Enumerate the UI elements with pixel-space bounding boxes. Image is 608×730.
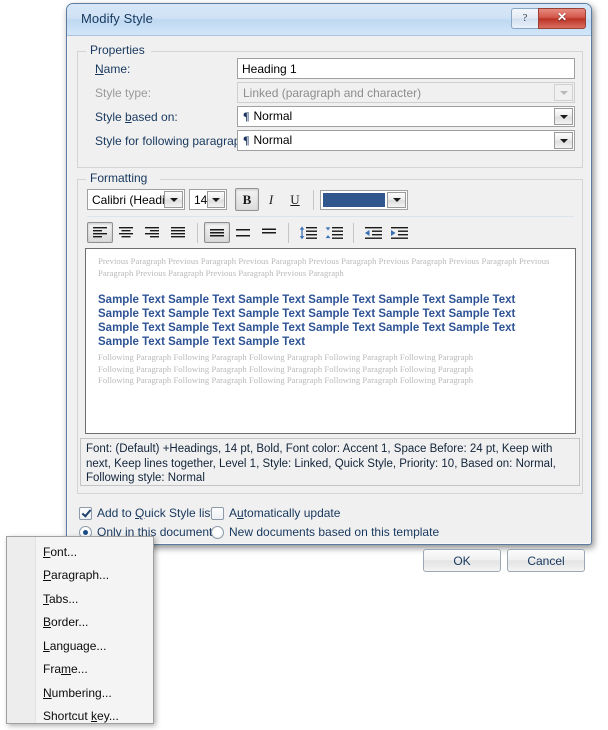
line-spacing-double-icon[interactable] [256,222,282,243]
decrease-indent-icon[interactable] [360,222,386,243]
align-center-icon[interactable] [113,222,139,243]
chevron-down-icon[interactable] [207,191,225,208]
toolbar-divider-1 [87,216,574,217]
name-label: Name: [95,62,131,76]
style-based-on-label: Style based on: [95,110,178,124]
cancel-button[interactable]: Cancel [507,549,585,572]
automatically-update-label: Automatically update [229,506,341,520]
menu-item-label: Font... [43,544,78,559]
preview-following-line: Following Paragraph Following Paragraph … [98,375,474,385]
decrease-space-before-icon[interactable] [295,222,321,243]
style-description: Font: (Default) +Headings, 14 pt, Bold, … [80,438,580,486]
menu-item-numbering[interactable]: Numbering... [7,681,153,705]
menu-item-label: Paragraph... [43,568,110,583]
format-menu: Font... Paragraph... Tabs... Border... L… [6,536,154,724]
line-spacing-single-icon[interactable] [204,222,230,243]
modify-style-dialog: Modify Style ? ✕ Properties Name: Headin… [66,3,592,572]
increase-indent-icon[interactable] [386,222,412,243]
style-following-label: Style for following paragraph: [95,134,251,148]
automatically-update-option[interactable]: Automatically update [211,506,340,520]
menu-item-label: Border... [43,615,89,630]
help-icon[interactable]: ? [511,8,538,29]
menu-item-label: Frame... [43,662,88,677]
toolbar-separator [353,222,354,243]
menu-item-frame[interactable]: Frame... [7,658,153,682]
new-documents-template-option[interactable]: New documents based on this template [211,525,439,539]
chevron-down-icon [554,84,573,101]
toolbar-separator [288,222,289,243]
dialog-title: Modify Style [81,11,154,26]
style-type-label: Style type: [95,86,152,100]
close-icon[interactable]: ✕ [538,8,586,29]
menu-item-label: Tabs... [43,591,79,606]
preview-sample-line: Sample Text Sample Text Sample Text Samp… [98,308,516,320]
pilcrow-icon: ¶ [243,109,250,123]
chevron-down-icon[interactable] [164,191,183,208]
formatting-group-label: Formatting [86,171,152,185]
menu-item-font[interactable]: Font... [7,540,153,564]
style-name-input[interactable]: Heading 1 [237,58,575,79]
style-type-combo: Linked (paragraph and character) [237,82,575,103]
font-size-combo[interactable]: 14 [189,189,227,210]
pilcrow-icon: ¶ [243,133,250,147]
font-color-combo[interactable] [320,189,408,210]
screen: Modify Style ? ✕ Properties Name: Headin… [0,0,608,730]
add-to-quick-style-label: Add to Quick Style list [97,506,214,520]
increase-space-after-icon[interactable] [321,222,347,243]
preview-sample-line: Sample Text Sample Text Sample Text Samp… [98,322,516,334]
ok-button[interactable]: OK [423,549,501,572]
underline-icon[interactable]: U [283,188,307,211]
style-type-value: Linked (paragraph and character) [243,85,422,100]
menu-item-border[interactable]: Border... [7,611,153,635]
font-color-swatch [323,192,385,207]
font-name-combo[interactable]: Calibri (Headings) [87,189,185,210]
toolbar-separator [197,222,198,243]
toolbar-separator [313,189,314,210]
properties-group-label: Properties [86,43,149,57]
menu-item-paragraph[interactable]: Paragraph... [7,564,153,588]
preview-previous-paragraph: Previous Paragraph Previous Paragraph Pr… [98,256,550,278]
dialog-titlebar[interactable]: Modify Style ? ✕ [67,4,591,36]
new-documents-template-label: New documents based on this template [229,525,440,539]
chevron-down-icon[interactable] [554,132,573,149]
automatically-update-checkbox[interactable] [211,506,224,520]
formatting-toolbar-row1: Calibri (Headings) 14 B I U [87,188,408,211]
italic-icon[interactable]: I [259,188,283,211]
new-documents-template-radio[interactable] [211,525,224,539]
menu-item-language[interactable]: Language... [7,634,153,658]
font-size-value: 14 [194,192,208,207]
chevron-down-icon[interactable] [387,191,406,208]
bold-icon[interactable]: B [235,188,259,211]
preview-following-line: Following Paragraph Following Paragraph … [98,363,474,374]
menu-item-label: Numbering... [43,685,112,700]
style-following-value: ¶ Normal [243,133,293,147]
add-to-quick-style-option[interactable]: Add to Quick Style list [79,506,214,520]
style-preview-pane: Previous Paragraph Previous Paragraph Pr… [85,248,576,434]
align-left-icon[interactable] [87,222,113,243]
preview-sample-line: Sample Text Sample Text Sample Text [98,336,306,348]
chevron-down-icon[interactable] [554,108,573,125]
preview-following-paragraph: Following Paragraph Following Paragraph … [98,352,563,387]
menu-item-label: Shortcut key... [43,709,119,724]
menu-item-label: Language... [43,638,107,653]
format-menu-list: Font... Paragraph... Tabs... Border... L… [7,537,153,728]
formatting-toolbar-row2 [87,222,412,243]
menu-item-tabs[interactable]: Tabs... [7,587,153,611]
window-buttons: ? ✕ [511,8,586,29]
preview-sample-line: Sample Text Sample Text Sample Text Samp… [98,294,516,306]
preview-sample-text: Sample Text Sample Text Sample Text Samp… [98,293,563,349]
line-spacing-1-5-icon[interactable] [230,222,256,243]
align-right-icon[interactable] [139,222,165,243]
preview-following-line: Following Paragraph Following Paragraph … [98,352,474,362]
add-to-quick-style-checkbox[interactable] [79,506,92,520]
style-based-on-value: ¶ Normal [243,109,293,123]
style-based-on-combo[interactable]: ¶ Normal [237,106,575,127]
menu-item-shortcut-key[interactable]: Shortcut key... [7,705,153,729]
font-name-value: Calibri (Headings) [92,192,164,207]
style-following-combo[interactable]: ¶ Normal [237,130,575,151]
align-justify-icon[interactable] [165,222,191,243]
